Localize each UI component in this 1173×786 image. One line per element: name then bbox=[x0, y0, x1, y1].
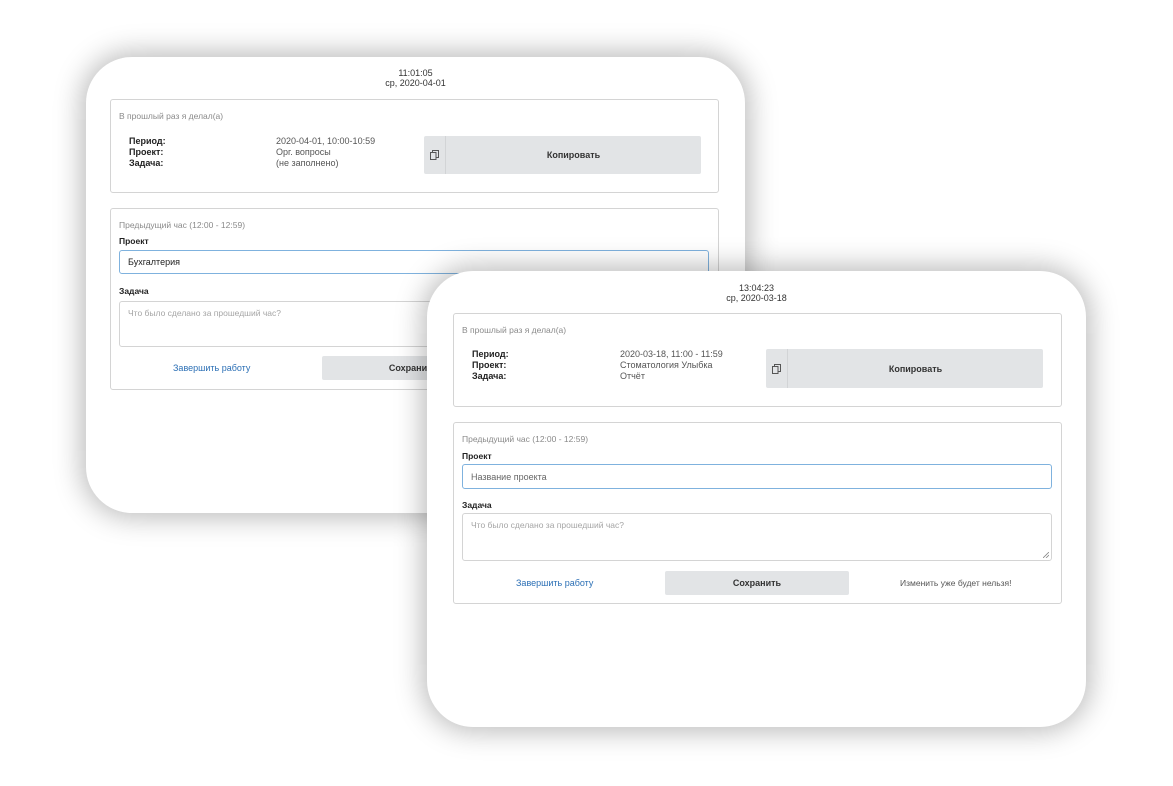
warning-text: Изменить уже будет нельзя! bbox=[900, 578, 1012, 588]
finish-work-link[interactable]: Завершить работу bbox=[173, 363, 250, 373]
clock-date: ср, 2020-04-01 bbox=[385, 78, 446, 88]
last-entry-labels: Период: Проект: Задача: bbox=[472, 349, 509, 382]
last-entry-caption: В прошлый раз я делал(а) bbox=[119, 111, 224, 121]
period-label: Период: bbox=[472, 349, 509, 359]
last-entry-values: 2020-03-18, 11:00 - 11:59 Стоматология У… bbox=[620, 349, 723, 382]
copy-icon bbox=[424, 136, 446, 174]
copy-button[interactable]: Копировать bbox=[424, 136, 701, 174]
time-tracker-window-front: 13:04:23 ср, 2020-03-18 В прошлый раз я … bbox=[427, 271, 1086, 727]
project-label: Проект: bbox=[129, 147, 164, 157]
task-field-label: Задача bbox=[119, 286, 149, 296]
project-field-label: Проект bbox=[119, 236, 149, 246]
clock: 13:04:23 ср, 2020-03-18 bbox=[427, 271, 1086, 303]
project-label: Проект: bbox=[472, 360, 507, 370]
task-value: (не заполнено) bbox=[276, 158, 339, 168]
resize-grip-icon[interactable] bbox=[1043, 552, 1049, 558]
project-value: Орг. вопросы bbox=[276, 147, 331, 157]
task-label: Задача: bbox=[129, 158, 164, 168]
finish-work-link[interactable]: Завершить работу bbox=[516, 578, 593, 588]
copy-button[interactable]: Копировать bbox=[766, 349, 1043, 388]
hour-form-caption: Предыдущий час (12:00 - 12:59) bbox=[462, 434, 589, 444]
project-input[interactable] bbox=[462, 464, 1052, 489]
hour-form-caption: Предыдущий час (12:00 - 12:59) bbox=[119, 220, 246, 230]
clock-time: 11:01:05 bbox=[398, 68, 433, 78]
last-entry-caption: В прошлый раз я делал(а) bbox=[462, 325, 567, 335]
copy-button-label: Копировать bbox=[546, 150, 601, 160]
clock: 11:01:05 ср, 2020-04-01 bbox=[86, 57, 745, 88]
task-textarea[interactable] bbox=[462, 513, 1052, 561]
copy-button-label: Копировать bbox=[888, 363, 943, 374]
period-value: 2020-04-01, 10:00-10:59 bbox=[276, 136, 376, 146]
copy-icon bbox=[766, 349, 788, 388]
clock-date: ср, 2020-03-18 bbox=[726, 293, 787, 303]
save-button[interactable]: Сохранить bbox=[665, 571, 849, 595]
task-field-label: Задача bbox=[462, 500, 492, 510]
period-label: Период: bbox=[129, 136, 166, 146]
clock-time: 13:04:23 bbox=[738, 283, 775, 293]
hour-form-card: Предыдущий час (12:00 - 12:59) Проект За… bbox=[453, 422, 1062, 604]
last-entry-values: 2020-04-01, 10:00-10:59 Орг. вопросы (не… bbox=[276, 136, 375, 169]
task-label: Задача: bbox=[472, 371, 507, 381]
period-value: 2020-03-18, 11:00 - 11:59 bbox=[620, 349, 723, 359]
project-field-label: Проект bbox=[462, 451, 492, 461]
last-entry-labels: Период: Проект: Задача: bbox=[129, 136, 166, 169]
last-entry-card: В прошлый раз я делал(а) Период: Проект:… bbox=[110, 99, 719, 193]
project-value: Стоматология Улыбка bbox=[620, 360, 713, 370]
last-entry-card: В прошлый раз я делал(а) Период: Проект:… bbox=[453, 313, 1062, 407]
task-value: Отчёт bbox=[620, 371, 645, 381]
